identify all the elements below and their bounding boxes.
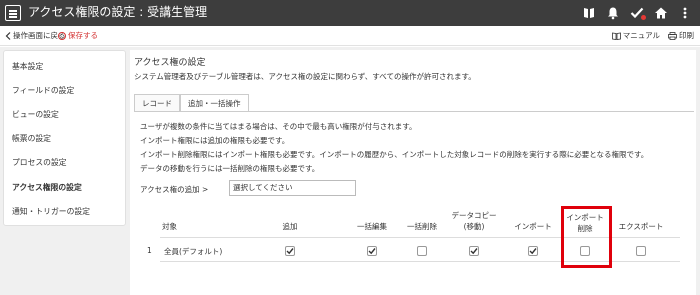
row-target: 全員(デフォルト) (164, 247, 223, 256)
note-line: データの移動を行うには一括削除の権限も必要です。 (140, 164, 320, 173)
note-line: ユーザが複数の条件に当てはまる場合は、その中で最も高い権限が付与されます。 (140, 122, 417, 131)
tab-bulk-operations[interactable]: 追加・一括操作 (180, 94, 249, 112)
settings-sidebar: 基本設定 フィールドの設定 ビューの設定 帳票の設定 プロセスの設定 アクセス権… (3, 50, 126, 226)
checkbox-bulk-edit[interactable] (367, 246, 377, 256)
save-icon (58, 31, 66, 40)
sidebar-item-basic[interactable]: 基本設定 (12, 61, 43, 72)
more-icon[interactable] (678, 6, 692, 20)
checkbox-bulk-delete[interactable] (417, 246, 427, 256)
top-bar: アクセス権限の設定 : 受講生管理 (0, 0, 700, 26)
tabs-divider (134, 111, 694, 112)
page-title: アクセス権限の設定 : 受講生管理 (28, 5, 208, 19)
sidebar-item-views[interactable]: ビューの設定 (12, 109, 59, 120)
column-header-data-copy-line2: (移動) (463, 222, 485, 231)
column-header-target: 対象 (162, 222, 177, 231)
check-icon[interactable] (630, 6, 646, 20)
manual-icon (611, 32, 621, 40)
section-title: アクセス権の設定 (134, 58, 206, 68)
manual-label: マニュアル (622, 31, 660, 40)
column-header-data-copy-line1: データコピー (451, 211, 497, 220)
column-header-data-copy: データコピー (移動) (448, 210, 500, 232)
checkbox-export[interactable] (636, 246, 646, 256)
book-icon[interactable] (582, 6, 596, 20)
home-icon[interactable] (654, 6, 668, 20)
section-description: システム管理者及びテーブル管理者は、アクセス権の設定に関わらず、すべての操作が許… (134, 72, 476, 81)
print-icon (668, 31, 677, 40)
back-link[interactable]: 操作画面に戻る (5, 30, 66, 41)
checkbox-data-copy[interactable] (469, 246, 479, 256)
print-link[interactable]: 印刷 (668, 30, 694, 41)
chevron-left-icon (5, 31, 11, 40)
notification-dot (641, 15, 646, 20)
manual-link[interactable]: マニュアル (611, 30, 660, 41)
menu-icon[interactable] (5, 5, 21, 21)
save-button[interactable]: 保存する (58, 30, 98, 41)
add-access-label: アクセス権の追加 > (140, 185, 209, 194)
column-header-add: 追加 (282, 222, 298, 231)
highlight-annotation (561, 206, 612, 268)
column-header-import: インポート (514, 222, 552, 231)
add-access-select[interactable]: 選択してください (229, 180, 356, 196)
checkbox-add[interactable] (285, 246, 295, 256)
column-header-export: エクスポート (618, 222, 664, 231)
sidebar-item-access[interactable]: アクセス権限の設定 (12, 182, 82, 193)
save-label: 保存する (68, 31, 98, 40)
print-label: 印刷 (679, 31, 694, 40)
note-line: インポート削除権限にはインポート権限も必要です。インポートの履歴から、インポート… (140, 150, 649, 159)
note-line: インポート権限には追加の権限も必要です。 (140, 136, 290, 145)
bell-icon[interactable] (606, 6, 620, 20)
row-index: 1 (147, 246, 152, 255)
column-header-bulk-delete: 一括削除 (407, 222, 437, 231)
sidebar-item-process[interactable]: プロセスの設定 (12, 157, 67, 168)
sidebar-item-reports[interactable]: 帳票の設定 (12, 133, 51, 144)
column-header-bulk-edit: 一括編集 (357, 222, 387, 231)
sidebar-item-notifications[interactable]: 通知・トリガーの設定 (12, 206, 90, 217)
sidebar-item-fields[interactable]: フィールドの設定 (12, 85, 74, 96)
action-bar: 操作画面に戻る 保存する マニュアル 印刷 (0, 26, 700, 46)
tab-record[interactable]: レコード (134, 94, 180, 112)
checkbox-import[interactable] (528, 246, 538, 256)
